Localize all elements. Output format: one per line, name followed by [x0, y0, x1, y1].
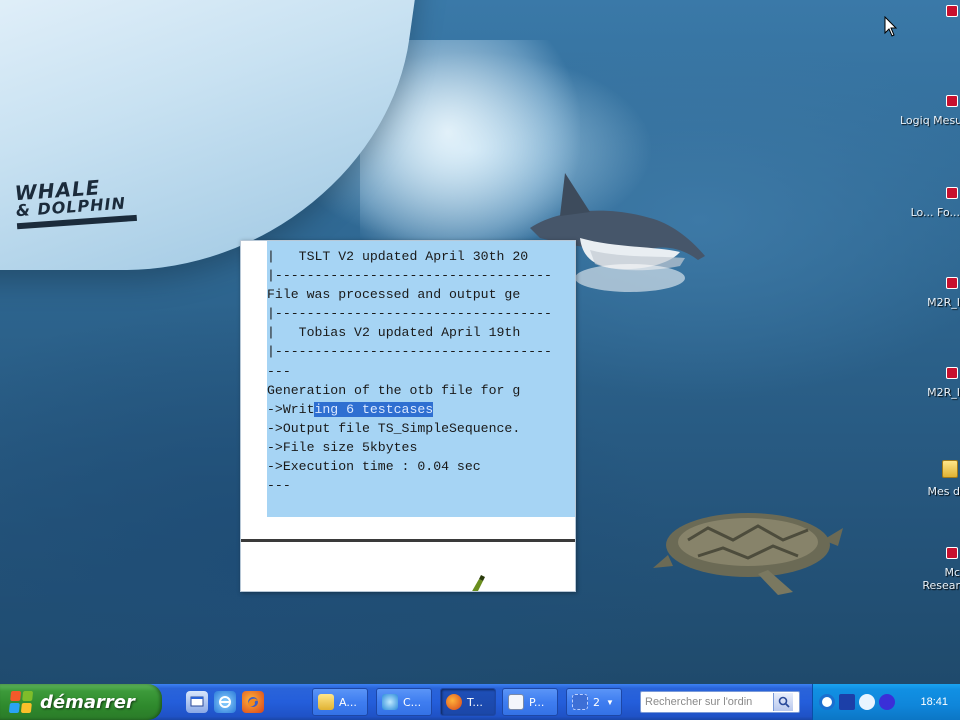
console-bottom-pane [241, 542, 575, 591]
console-window[interactable]: | TSLT V2 updated April 30th 20 |-------… [240, 240, 576, 592]
folder-icon [942, 460, 958, 478]
console-output[interactable]: | TSLT V2 updated April 30th 20 |-------… [267, 241, 575, 517]
console-output-text: | TSLT V2 updated April 30th 20 |-------… [267, 241, 575, 495]
desktop-icon-label: M2R_I [927, 386, 960, 399]
mouse-cursor-icon [884, 16, 898, 37]
console-line: --- [267, 363, 291, 379]
desktop-icon-3[interactable]: Lo... Fo... [900, 186, 960, 219]
show-desktop-icon[interactable] [186, 691, 208, 713]
search-input[interactable] [641, 693, 773, 711]
console-line: ->Output file TS_SimpleSequence. [267, 420, 521, 436]
task-label: C... [403, 695, 422, 709]
desktop-icon-label: Logiq Mesure [900, 114, 960, 127]
desktop-icon-4[interactable]: M2R_I [900, 276, 960, 309]
console-line: File was processed and output ge [267, 287, 521, 303]
desktop-icon-5[interactable]: M2R_I [900, 366, 960, 399]
task-label: 2 [593, 695, 600, 709]
search-button[interactable] [773, 693, 793, 711]
desktop-icon-label: M2R_I [927, 296, 960, 309]
console-line: ->Execution time : 0.04 sec [267, 459, 481, 475]
chevron-down-icon: ▼ [606, 697, 614, 707]
window-group-icon [572, 694, 588, 710]
taskbar-task-group[interactable]: 2 ▼ [566, 688, 622, 716]
console-line: --- [267, 478, 291, 494]
pen-cursor-icon [472, 575, 485, 591]
clock[interactable]: 18:41 [920, 696, 948, 708]
desktop-icon-6[interactable]: Mes d [900, 460, 960, 498]
app-icon [382, 694, 398, 710]
ie-icon[interactable] [214, 691, 236, 713]
search-icon [778, 696, 790, 708]
task-label: T... [467, 695, 483, 709]
tray-collapse-icon[interactable] [819, 694, 835, 710]
console-line-prefix: ->Writ [267, 401, 315, 417]
turtle-image [653, 513, 843, 595]
security-icon[interactable] [879, 694, 895, 710]
boat-logo: WHALE & DOLPHIN [14, 171, 168, 245]
desktop-icon-7[interactable]: Mc Resear [900, 546, 960, 592]
document-icon [508, 694, 524, 710]
windows-logo-icon [8, 691, 34, 713]
desktop-icon-1[interactable] [900, 4, 960, 22]
console-line: |----------------------------------- [267, 306, 552, 322]
start-label: démarrer [40, 691, 135, 713]
quick-launch [186, 691, 264, 713]
taskbar: démarrer A... C... T... P... 2 ▼ Recherc… [0, 684, 960, 720]
shortcut-icon [946, 5, 958, 17]
console-line: Generation of the otb file for g [267, 382, 521, 398]
messenger-icon[interactable] [859, 694, 875, 710]
console-line: | Tobias V2 updated April 19th [267, 325, 521, 341]
shortcut-icon [946, 187, 958, 199]
console-line: | TSLT V2 updated April 30th 20 [267, 249, 529, 264]
taskbar-task-document[interactable]: P... [502, 688, 558, 716]
desktop-icon-2[interactable]: Logiq Mesure [900, 94, 960, 127]
folder-icon [318, 694, 334, 710]
shortcut-icon [946, 547, 958, 559]
console-line: |----------------------------------- [267, 344, 552, 360]
console-line: ->File size 5kbytes [267, 439, 418, 455]
desktop-search [640, 691, 800, 713]
desktop-icon-label: Mes d [927, 485, 960, 498]
task-label: P... [529, 695, 545, 709]
firefox-icon[interactable] [242, 691, 264, 713]
taskbar-task-console[interactable]: C... [376, 688, 432, 716]
selected-text[interactable]: ing 6 testcases [314, 401, 434, 417]
start-button[interactable]: démarrer [0, 684, 162, 720]
console-line: |----------------------------------- [267, 268, 552, 284]
shortcut-icon [946, 277, 958, 289]
system-tray: 18:41 [812, 684, 960, 720]
taskbar-task-explorer[interactable]: A... [312, 688, 368, 716]
task-label: A... [339, 695, 357, 709]
shortcut-icon [946, 367, 958, 379]
console-gutter [241, 241, 267, 517]
network-icon[interactable] [839, 694, 855, 710]
desktop-icon-label: Lo... Fo... [910, 206, 960, 219]
firefox-icon [446, 694, 462, 710]
shortcut-icon [946, 95, 958, 107]
taskbar-task-firefox[interactable]: T... [440, 688, 496, 716]
desktop-icon-label: Mc Resear [922, 566, 960, 592]
